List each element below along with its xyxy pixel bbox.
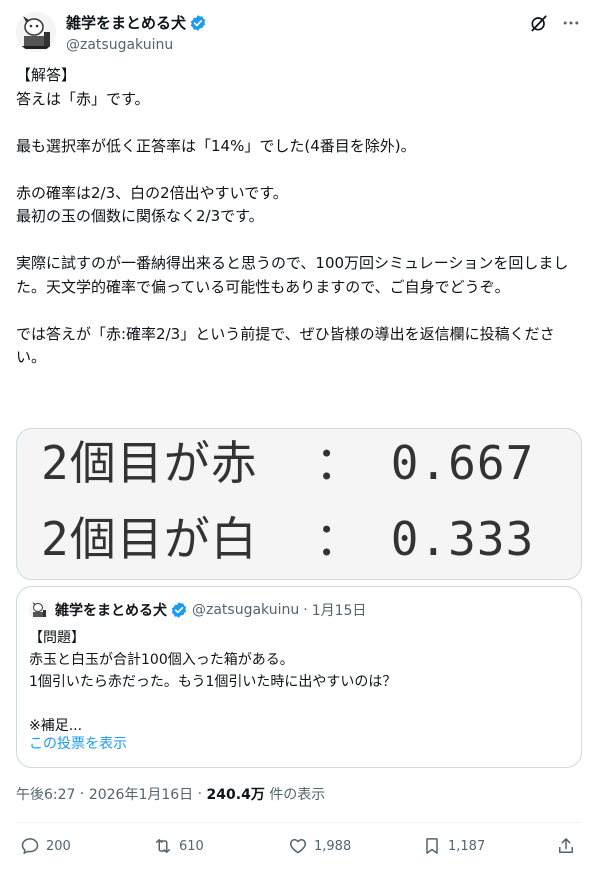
reply-icon: [21, 838, 39, 854]
meta-separator: ·: [193, 786, 207, 802]
image-row-white: 2個目が白 ： 0.333: [41, 511, 534, 567]
dog-avatar-icon: [29, 600, 49, 620]
share-icon: [559, 838, 573, 853]
view-label: 件の表示: [269, 787, 326, 803]
verified-badge-icon: [190, 15, 206, 31]
meta-separator: ·: [75, 786, 89, 802]
reply-count: 200: [46, 838, 71, 854]
view-count: 240.4万: [206, 787, 265, 803]
quote-author-name: 雑学をまとめる犬: [55, 603, 167, 619]
action-bar: 200 610 1,988 1,187: [16, 836, 582, 860]
image-row-separator: ：: [315, 436, 363, 490]
tweet-meta: 午後6:27 · 2026年1月16日 · 240.4万 件の表示: [16, 784, 325, 804]
reply-button[interactable]: 200: [20, 836, 71, 856]
image-row-value: 0.667: [390, 436, 535, 490]
author-display-name[interactable]: 雑学をまとめる犬: [66, 13, 186, 33]
like-button[interactable]: 1,988: [288, 836, 351, 856]
quote-author-handle: @zatsugakuinu: [192, 602, 300, 618]
bookmark-count: 1,187: [448, 838, 486, 854]
author-handle[interactable]: @zatsugakuinu: [66, 35, 207, 55]
image-row-label: 2個目が赤: [41, 436, 258, 490]
grok-icon[interactable]: [528, 12, 550, 34]
more-options-icon[interactable]: [560, 12, 582, 34]
like-count: 1,988: [314, 838, 352, 854]
divider: [16, 822, 582, 823]
tweet-date[interactable]: 2026年1月16日: [89, 784, 193, 804]
verified-badge-icon: [171, 602, 187, 618]
quote-author-avatar: [29, 600, 49, 620]
bookmark-icon: [426, 838, 438, 854]
share-button[interactable]: [556, 836, 582, 856]
repost-button[interactable]: 610: [153, 836, 204, 856]
repost-icon: [156, 839, 170, 853]
show-poll-link[interactable]: この投票を表示: [29, 733, 127, 753]
heart-icon: [289, 839, 307, 854]
tweet-header: 雑学をまとめる犬 @zatsugakuinu: [16, 12, 582, 56]
image-row-separator: ：: [315, 512, 363, 566]
bookmark-button[interactable]: 1,187: [422, 836, 485, 856]
quote-date: 1月15日: [311, 603, 367, 619]
dog-avatar-icon: [16, 12, 56, 52]
image-row-label: 2個目が白: [41, 512, 258, 566]
tweet-body: 【解答】 答えは「赤」です。 最も選択率が低く正答率は「14%」でした(4番目を…: [16, 66, 569, 366]
author-avatar[interactable]: [16, 12, 56, 52]
image-row-red: 2個目が赤 ： 0.667: [41, 435, 534, 491]
repost-count: 610: [179, 838, 204, 854]
tweet-image[interactable]: 2個目が赤 ： 0.667 2個目が白 ： 0.333: [16, 428, 582, 580]
quoted-tweet[interactable]: 雑学をまとめる犬 @zatsugakuinu · 1月15日 【問題】 赤玉と白…: [16, 586, 582, 768]
tweet-time[interactable]: 午後6:27: [16, 784, 75, 804]
quote-dot-separator: ·: [303, 602, 308, 618]
image-row-value: 0.333: [390, 512, 535, 566]
quote-body: 【問題】 赤玉と白玉が合計100個入った箱がある。 1個引いたら赤だった。もう1…: [29, 630, 397, 734]
